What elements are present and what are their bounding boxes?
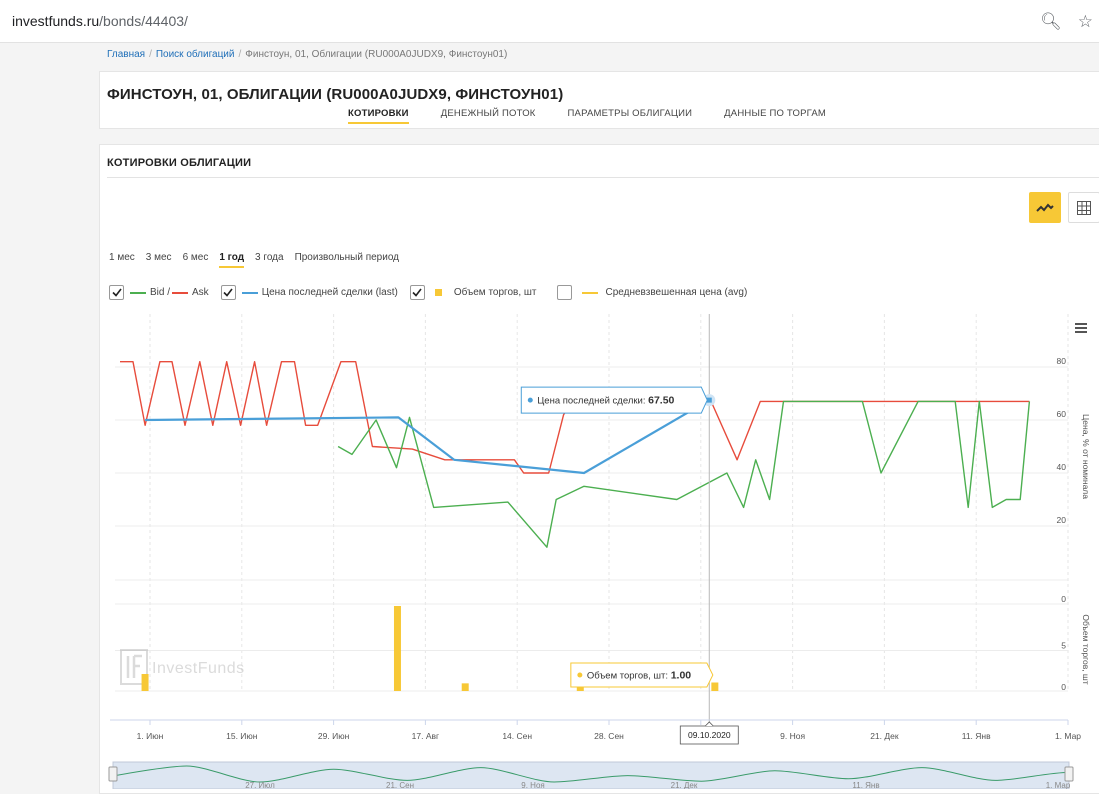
navigator-tick-label: 1. Мар xyxy=(1046,781,1071,789)
volume-axis-title: Объем торгов, шт xyxy=(1081,614,1091,684)
volume-tick-label: 0 xyxy=(1061,682,1066,692)
x-tick-label: 21. Дек xyxy=(870,731,899,741)
navigator-tick-label: 21. Дек xyxy=(671,781,698,789)
x-tick-label: 17. Авг xyxy=(412,731,439,741)
volume-tooltip-dot xyxy=(577,672,583,678)
volume-bar xyxy=(393,606,401,691)
quotes-chart[interactable]: 20 40 60 80 Цена, % от номинала 0 5 0 Объем торг… xyxy=(0,44,1099,789)
watermark-text: InvestFunds xyxy=(152,660,245,677)
x-tick-label: 1. Июн xyxy=(137,731,164,741)
y-tick-label: 80 xyxy=(1057,356,1067,366)
range-navigator: 27. Июл 21. Сен 9. Ноя 21. Дек 11. Янв 1. Мар xyxy=(108,761,1074,789)
menu-bar xyxy=(1075,331,1087,333)
menu-bar xyxy=(1075,323,1087,325)
volume-bar xyxy=(461,683,469,691)
y-tick-label: 40 xyxy=(1057,462,1067,472)
crosshair-date-label: 09.10.2020 xyxy=(679,721,739,745)
y-tick-label: 20 xyxy=(1057,515,1067,525)
volume-bar xyxy=(141,674,149,691)
crosshair-date-text: 09.10.2020 xyxy=(688,730,731,740)
navigator-handle[interactable] xyxy=(108,766,118,782)
ask-series-line xyxy=(120,361,1030,474)
crosshair-date-pointer xyxy=(704,721,714,727)
last-price-tooltip-text: Цена последней сделки: 67.50 xyxy=(537,395,674,407)
last-price-tooltip-dot xyxy=(527,397,533,403)
volume-tooltip-text: Объем торгов, шт: 1.00 xyxy=(587,670,691,682)
volume-tick-label: 0 xyxy=(1061,594,1066,604)
volume-tooltip: Объем торгов, шт: 1.00 xyxy=(570,662,714,688)
y-tick-label: 60 xyxy=(1057,409,1067,419)
menu-bar xyxy=(1075,327,1087,329)
browser-address-bar[interactable]: investfunds.ru/bonds/44403/ 🔍︎ ☆ xyxy=(0,0,1099,43)
investfunds-watermark: InvestFunds xyxy=(120,649,245,685)
navigator-tick-label: 11. Янв xyxy=(852,781,879,789)
x-tick-label: 29. Июн xyxy=(318,731,350,741)
x-tick-label: 11. Янв xyxy=(962,731,991,741)
y-axis-title: Цена, % от номинала xyxy=(1081,414,1091,499)
zoom-icon[interactable]: 🔍︎ xyxy=(1040,12,1062,32)
page: Главная / Поиск облигаций / Финстоун, 01, Об… xyxy=(0,44,1099,794)
navigator-tick-label: 9. Ноя xyxy=(521,781,544,789)
last-price-tooltip: Цена последней сделки: 67.50 xyxy=(520,386,708,414)
chart-menu-icon[interactable] xyxy=(1075,323,1087,333)
navigator-tick-label: 27. Июл xyxy=(245,781,275,789)
volume-tick-label: 5 xyxy=(1061,641,1066,651)
url-text[interactable]: investfunds.ru/bonds/44403/ xyxy=(12,13,188,29)
x-tick-label: 9. Ноя xyxy=(780,731,805,741)
navigator-handle[interactable] xyxy=(1064,766,1074,782)
x-tick-label: 14. Сен xyxy=(502,731,532,741)
navigator-tick-label: 21. Сен xyxy=(386,781,414,789)
x-tick-label: 15. Июн xyxy=(226,731,258,741)
bid-series-line xyxy=(337,400,1031,548)
bookmark-star-icon[interactable]: ☆ xyxy=(1078,12,1093,32)
volume-bar xyxy=(711,682,719,691)
x-tick-label: 1. Мар xyxy=(1055,731,1081,741)
watermark-logo-letters xyxy=(126,654,142,678)
x-tick-label: 28. Сен xyxy=(594,731,624,741)
